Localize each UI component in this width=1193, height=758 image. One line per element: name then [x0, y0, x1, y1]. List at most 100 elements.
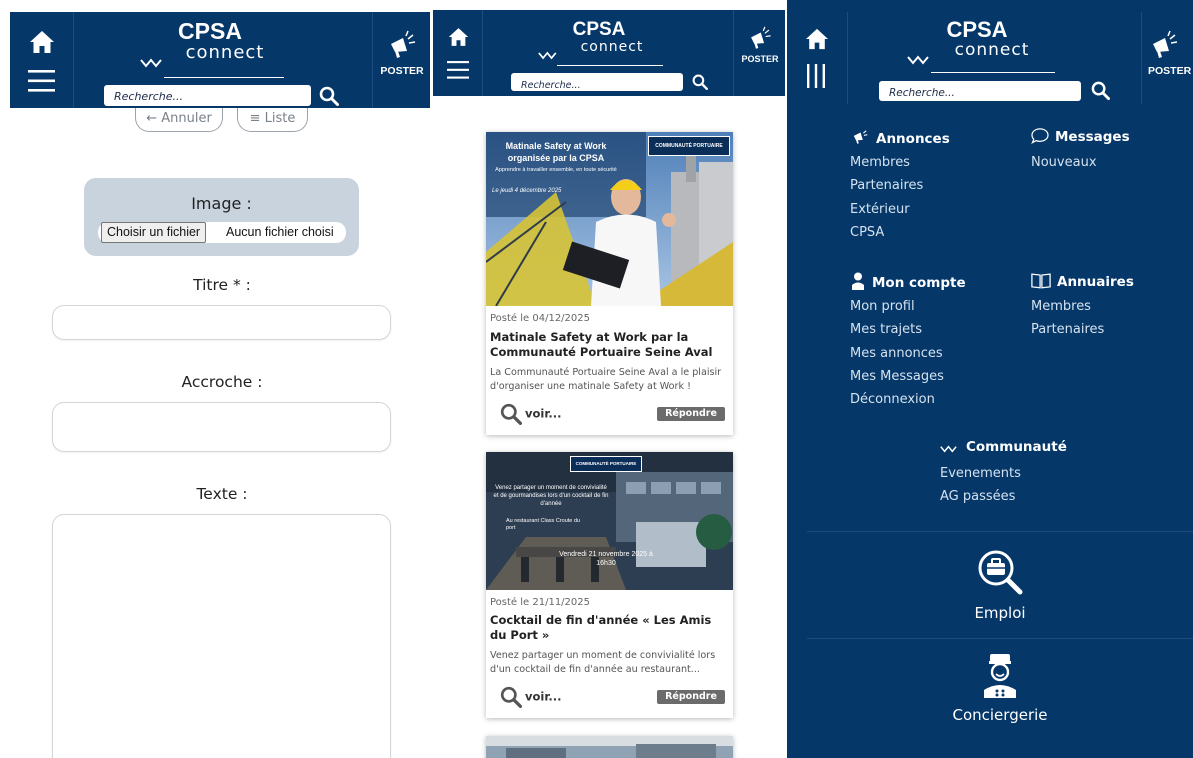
post-image-date: Vendredi 21 novembre 2025 à 16h30: [559, 551, 653, 567]
post-image-subtitle: Apprendre à travailler ensemble, en tout…: [495, 167, 617, 173]
search-icon[interactable]: [319, 86, 339, 106]
section-title: Communauté: [966, 439, 1067, 455]
home-icon[interactable]: [805, 28, 829, 50]
hook-label: Accroche :: [181, 373, 263, 391]
conciergerie-label: Conciergerie: [952, 706, 1048, 724]
menu-open-icon[interactable]: [806, 64, 826, 88]
menu-link-ag-passees[interactable]: AG passées: [940, 489, 1015, 504]
voir-label: voir...: [525, 406, 562, 421]
post-form-screen: CPSA connect POSTER ←: [10, 0, 430, 758]
screenshot-stage: CPSA connect POSTER ←: [0, 0, 1193, 758]
post-image[interactable]: Venez partager un moment de convivialité…: [486, 452, 733, 590]
post-date: Posté le 21/11/2025: [490, 597, 590, 608]
menu-section-annonces: Annonces: [850, 128, 950, 147]
menu-link-mes-trajets[interactable]: Mes trajets: [850, 322, 922, 337]
post-image[interactable]: [486, 736, 733, 758]
logo-cpsa: CPSA: [946, 17, 1008, 42]
cancel-button[interactable]: ← Annuler: [135, 108, 223, 132]
header-left-block: [10, 12, 74, 108]
speech-bubble-icon: [1031, 128, 1049, 145]
section-title: Mon compte: [872, 275, 966, 291]
list-button[interactable]: ≡ Liste: [237, 108, 308, 132]
cpsa-connect-logo[interactable]: CPSA connect: [897, 17, 1057, 73]
magnifier-icon: [500, 686, 522, 708]
poster-button[interactable]: POSTER: [734, 26, 785, 64]
voir-label: voir...: [525, 689, 562, 704]
poster-block: POSTER: [372, 12, 430, 108]
view-post-link[interactable]: voir...: [500, 403, 561, 425]
logo-wave-icon: [907, 55, 929, 65]
choose-file-button[interactable]: Choisir un fichier: [101, 222, 207, 243]
post-excerpt: Venez partager un moment de convivialité…: [490, 650, 716, 675]
logo-cpsa: CPSA: [178, 18, 242, 44]
post-card[interactable]: [486, 736, 733, 758]
megaphone-icon: [391, 30, 416, 58]
reply-button[interactable]: Répondre: [657, 407, 725, 421]
home-icon[interactable]: [29, 30, 55, 54]
file-status: Aucun fichier choisi: [226, 225, 334, 239]
header-left-block: [787, 12, 848, 104]
search-box: [511, 73, 683, 95]
hook-textarea[interactable]: [52, 402, 391, 452]
post-card[interactable]: Matinale Safety at Work organisée par la…: [486, 132, 733, 435]
post-title[interactable]: Cocktail de fin d'année « Les Amis du Po…: [490, 613, 730, 643]
community-badge: COMMUNAUTÉ PORTUAIRE: [570, 456, 642, 472]
menu-link-evenements[interactable]: Evenements: [940, 466, 1021, 481]
megaphone-icon: [1153, 30, 1178, 58]
post-card[interactable]: Venez partager un moment de convivialité…: [486, 452, 733, 718]
poster-label: POSTER: [741, 54, 779, 64]
cpsa-connect-logo[interactable]: CPSA connect: [529, 20, 669, 66]
post-image-subtitle: Au restaurant Class Croute du port: [506, 518, 580, 531]
poster-button[interactable]: POSTER: [1148, 30, 1193, 77]
community-badge: COMMUNAUTÉ PORTUAIRE: [648, 136, 730, 156]
cpsa-connect-logo[interactable]: CPSA connect: [130, 18, 290, 78]
menu-link-mes-annonces[interactable]: Mes annonces: [850, 346, 943, 361]
post-image[interactable]: Matinale Safety at Work organisée par la…: [486, 132, 733, 306]
header-left-block: [433, 10, 483, 96]
menu-link-annonces-cpsa[interactable]: CPSA: [850, 225, 884, 240]
logo-underline: [557, 65, 663, 66]
logo-wave-icon: [538, 51, 557, 60]
menu-link-annonces-exterieur[interactable]: Extérieur: [850, 202, 910, 217]
view-post-link[interactable]: voir...: [500, 686, 561, 708]
text-textarea[interactable]: [52, 514, 391, 758]
title-input[interactable]: [52, 305, 391, 340]
hamburger-menu-icon[interactable]: [447, 61, 469, 79]
poster-button[interactable]: POSTER: [373, 30, 430, 77]
menu-link-annuaires-partenaires[interactable]: Partenaires: [1031, 322, 1104, 337]
post-date: Posté le 04/12/2025: [490, 313, 590, 324]
menu-divider: [807, 531, 1193, 532]
search-input[interactable]: [879, 83, 1081, 103]
title-label: Titre * :: [193, 276, 251, 294]
file-input[interactable]: Choisir un fichier Aucun fichier choisi: [98, 222, 346, 243]
menu-item-conciergerie[interactable]: Conciergerie: [807, 652, 1193, 724]
menu-link-mon-profil[interactable]: Mon profil: [850, 299, 915, 314]
poster-label: POSTER: [1148, 65, 1192, 77]
post-excerpt: La Communauté Portuaire Seine Aval a le …: [490, 367, 722, 392]
section-title: Annuaires: [1057, 274, 1134, 290]
image-label: Image :: [191, 194, 252, 213]
app-header: CPSA connect POSTER: [10, 12, 430, 108]
menu-link-annuaires-membres[interactable]: Membres: [1031, 299, 1091, 314]
menu-link-annonces-membres[interactable]: Membres: [850, 155, 910, 170]
home-icon[interactable]: [448, 27, 469, 47]
poster-label: POSTER: [380, 65, 424, 77]
search-input[interactable]: [104, 86, 311, 107]
logo-underline: [931, 72, 1055, 73]
section-title: Annonces: [876, 131, 950, 147]
menu-link-messages-nouveaux[interactable]: Nouveaux: [1031, 155, 1097, 170]
menu-divider: [807, 638, 1193, 639]
emploi-label: Emploi: [974, 604, 1026, 622]
menu-link-annonces-partenaires[interactable]: Partenaires: [850, 178, 923, 193]
post-title[interactable]: Matinale Safety at Work par la Communaut…: [490, 330, 730, 360]
menu-link-mes-messages[interactable]: Mes Messages: [850, 369, 944, 384]
menu-item-emploi[interactable]: Emploi: [807, 548, 1193, 622]
menu-link-deconnexion[interactable]: Déconnexion: [850, 392, 935, 407]
search-input[interactable]: [511, 76, 683, 95]
reply-button[interactable]: Répondre: [657, 690, 725, 704]
search-icon[interactable]: [692, 74, 708, 90]
hamburger-menu-icon[interactable]: [28, 70, 55, 92]
search-icon[interactable]: [1091, 81, 1110, 100]
app-header: CPSA connect POSTER: [787, 12, 1193, 104]
post-image-title: Matinale Safety at Work organisée par la…: [505, 141, 607, 163]
